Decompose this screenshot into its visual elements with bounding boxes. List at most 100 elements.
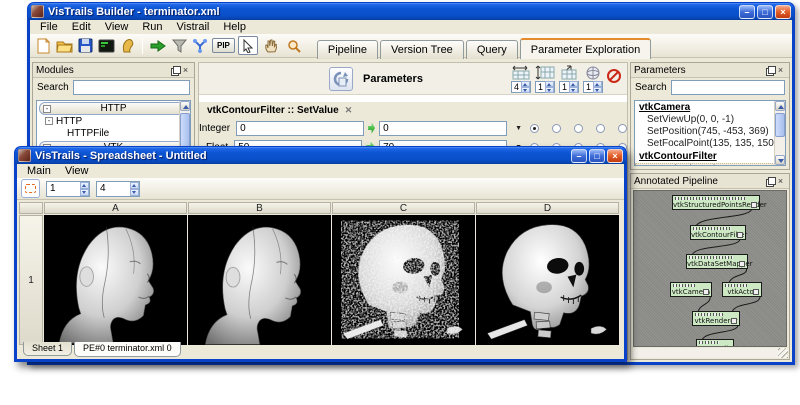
delete-group-icon[interactable]: ✕	[345, 105, 353, 115]
minimize-button[interactable]: –	[571, 149, 587, 163]
menu-run[interactable]: Run	[136, 21, 168, 33]
pipeline-node-vtkrenderer[interactable]: vtkRenderer	[692, 311, 740, 326]
sheet-tab-bar: Sheet 1 PE#0 terminator.xml 0	[19, 342, 622, 357]
select-cursor-icon[interactable]	[238, 36, 258, 55]
pipeline-node-vtkstructuredpointsreader[interactable]: vtkStructuredPointsReader	[672, 195, 760, 210]
new-vistrail-icon[interactable]	[34, 37, 52, 55]
render-cell-b[interactable]	[188, 215, 331, 345]
spreadsheet-titlebar[interactable]: VisTrails - Spreadsheet - Untitled – □ ×	[14, 146, 627, 164]
parameters-scrollbar[interactable]	[774, 101, 785, 165]
sheet-tab-sheet1[interactable]: Sheet 1	[23, 342, 72, 356]
console-icon[interactable]	[97, 37, 115, 55]
param-group-vtkcamera[interactable]: vtkCamera	[635, 101, 785, 114]
dim-radio[interactable]	[552, 124, 561, 133]
dim-radio[interactable]	[618, 124, 627, 133]
head-render-image	[44, 215, 187, 345]
resize-grip[interactable]	[778, 348, 788, 358]
z-direction-grid-icon[interactable]: 1	[559, 65, 579, 93]
column-header-a[interactable]: A	[44, 202, 187, 214]
interpolator-dropdown-icon[interactable]: ▼	[515, 125, 522, 132]
save-vistrail-icon[interactable]	[76, 37, 94, 55]
spreadsheet-window-title: VisTrails - Spreadsheet - Untitled	[35, 150, 571, 162]
param-setposition[interactable]: SetPosition(745, -453, 369)	[635, 126, 785, 138]
dim-radio[interactable]	[530, 124, 539, 133]
module-package-http[interactable]: -HTTP	[39, 102, 188, 115]
param-setfocalpoint[interactable]: SetFocalPoint(135, 135, 150)	[635, 138, 785, 150]
view-tabs: Pipeline Version Tree Query Parameter Ex…	[317, 34, 653, 58]
pipeline-node-vtkdatasetmapper[interactable]: vtkDataSetMapper	[686, 254, 748, 269]
param-group-vtkcontourfilter[interactable]: vtkContourFilter	[635, 150, 785, 163]
column-header-b[interactable]: B	[188, 202, 331, 214]
pipeline-node-vtkcontourfilter[interactable]: vtkContourFilter	[690, 225, 746, 240]
from-value-input[interactable]	[236, 121, 364, 136]
no-exploration-icon[interactable]	[607, 69, 621, 83]
float-panel-icon[interactable]	[169, 65, 180, 76]
pipeline-hscrollbar[interactable]	[633, 348, 787, 358]
dim-radio[interactable]	[574, 124, 583, 133]
close-button[interactable]: ×	[775, 5, 791, 19]
query-icon[interactable]	[170, 37, 188, 55]
module-item-http[interactable]: -HTTP	[37, 116, 190, 128]
param-setviewup[interactable]: SetViewUp(0, 0, -1)	[635, 114, 785, 126]
param-label: Integer	[199, 123, 236, 134]
time-sphere-icon[interactable]: 1	[583, 65, 603, 93]
history-icon[interactable]	[118, 37, 136, 55]
close-panel-icon[interactable]: ×	[775, 176, 786, 187]
render-cell-a[interactable]	[44, 215, 187, 345]
tab-query[interactable]: Query	[466, 40, 518, 59]
minimize-button[interactable]: –	[739, 5, 755, 19]
builder-toolbar: PIP Pipeline Version Tree Query Paramete…	[30, 34, 792, 58]
menu-view[interactable]: View	[99, 21, 135, 33]
skull-render-image	[476, 215, 619, 345]
pipeline-node-vtkcell[interactable]: VTKCell	[696, 339, 734, 347]
render-cell-d[interactable]	[476, 215, 619, 345]
execute-icon[interactable]	[149, 37, 167, 55]
close-panel-icon[interactable]: ×	[775, 65, 786, 76]
float-panel-icon[interactable]	[764, 176, 775, 187]
open-vistrail-icon[interactable]	[55, 37, 73, 55]
modules-panel-title: Modules	[36, 65, 169, 76]
pip-toggle-button[interactable]: PIP	[212, 38, 235, 53]
x-direction-grid-icon[interactable]: 4	[511, 65, 531, 93]
range-arrow-icon	[368, 123, 375, 134]
spreadsheet-window: VisTrails - Spreadsheet - Untitled – □ ×…	[14, 146, 627, 362]
row-count-spinner[interactable]: 1	[46, 181, 90, 197]
dim-radio[interactable]	[596, 124, 605, 133]
column-header-c[interactable]: C	[332, 202, 475, 214]
pipeline-node-vtkcamera[interactable]: vtkCamera	[670, 282, 712, 297]
menu-main[interactable]: Main	[21, 165, 57, 177]
sheet-tab-pe0[interactable]: PE#0 terminator.xml 0	[74, 342, 181, 357]
version-split-icon[interactable]	[191, 37, 209, 55]
menu-vistrail[interactable]: Vistrail	[171, 21, 216, 33]
menu-help[interactable]: Help	[217, 21, 252, 33]
pipeline-canvas[interactable]: vtkStructuredPointsReader vtkContourFilt…	[633, 190, 787, 347]
to-value-input[interactable]	[379, 121, 507, 136]
float-panel-icon[interactable]	[764, 65, 775, 76]
pan-hand-icon[interactable]	[261, 36, 281, 55]
y-direction-grid-icon[interactable]: 1	[535, 65, 555, 93]
parameters-header-label: Parameters	[363, 73, 423, 85]
column-count-spinner[interactable]: 4	[96, 181, 140, 197]
module-item-httpfile[interactable]: HTTPFile	[37, 128, 190, 140]
close-panel-icon[interactable]: ×	[180, 65, 191, 76]
parameters-search-input[interactable]	[671, 80, 785, 95]
zoom-magnifier-icon[interactable]	[284, 36, 304, 55]
maximize-button[interactable]: □	[757, 5, 773, 19]
maximize-button[interactable]: □	[589, 149, 605, 163]
row-header-1[interactable]: 1	[19, 215, 43, 345]
tab-pipeline[interactable]: Pipeline	[317, 40, 378, 59]
close-button[interactable]: ×	[607, 149, 623, 163]
pipeline-node-vtkactor[interactable]: vtkActor	[722, 282, 762, 297]
tab-version-tree[interactable]: Version Tree	[380, 40, 464, 59]
column-header-d[interactable]: D	[476, 202, 619, 214]
menu-view[interactable]: View	[59, 165, 95, 177]
param-setvalue[interactable]: SetValue(0, 67)	[635, 163, 785, 166]
render-cell-c[interactable]	[332, 215, 475, 345]
tab-parameter-exploration[interactable]: Parameter Exploration	[520, 38, 651, 59]
vistrails-app-icon	[31, 5, 44, 18]
cell-selection-icon[interactable]	[21, 179, 40, 198]
modules-search-input[interactable]	[73, 80, 190, 95]
menu-file[interactable]: File	[34, 21, 64, 33]
builder-titlebar[interactable]: VisTrails Builder - terminator.xml – □ ×	[27, 2, 795, 20]
menu-edit[interactable]: Edit	[66, 21, 97, 33]
